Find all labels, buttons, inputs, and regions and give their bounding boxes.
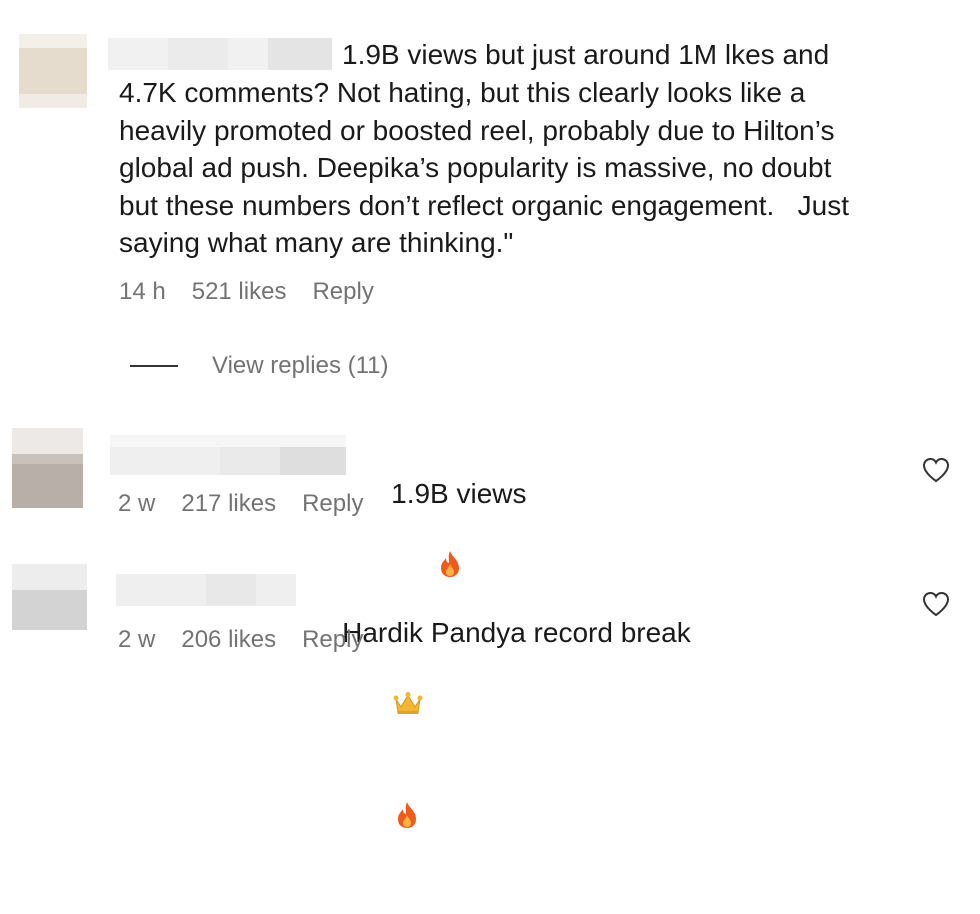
avatar-blur-block [12, 428, 83, 454]
comment-text-line: heavily promoted or boosted reel, probab… [119, 114, 835, 146]
avatar-blur-block [19, 48, 87, 94]
username-blur-block [168, 38, 228, 70]
username-blurred[interactable] [110, 435, 346, 475]
avatar-blur-block [12, 454, 83, 464]
username-blur-block [268, 38, 332, 70]
reply-button[interactable]: Reply [302, 626, 363, 654]
comment-text-line: global ad push. Deepika’s popularity is … [119, 152, 832, 183]
view-replies-button[interactable]: View replies (11) [130, 352, 389, 380]
comment-text-line: 4.7K comments? Not hating, but this clea… [119, 77, 806, 108]
username-blur-block [220, 447, 280, 475]
comment-text-content: Hardik Pandya record break [342, 616, 691, 648]
comment-3: Hardik Pandya record break 2 w 206 likes… [0, 560, 980, 828]
comment-text-line: saying what many are thinking." [119, 227, 514, 258]
comment-meta: 2 w 217 likes Reply [118, 490, 389, 518]
replies-divider-line [130, 365, 178, 367]
comment-1: 1.9B views but just around 1M lkes and 4… [0, 0, 980, 340]
username-blurred[interactable] [116, 574, 296, 606]
likes-count[interactable]: 217 likes [181, 490, 276, 518]
like-heart-icon[interactable] [922, 591, 950, 617]
timestamp: 2 w [118, 490, 156, 517]
view-replies-label: View replies (11) [212, 352, 389, 379]
username-blur-block [280, 447, 346, 475]
fire-icon [348, 764, 419, 877]
username-blur-block [110, 435, 346, 447]
timestamp: 2 w [118, 626, 156, 653]
likes-count[interactable]: 206 likes [181, 626, 276, 654]
comment-text-line: but these numbers don’t reflect organic … [119, 189, 849, 221]
username-blurred[interactable] [108, 38, 332, 70]
comment-2: 1.9B views 2 w 217 likes Reply [0, 420, 980, 577]
comment-meta: 14 h 521 likes Reply [119, 278, 400, 306]
reply-button[interactable]: Reply [302, 490, 363, 518]
timestamp: 14 h [119, 278, 166, 305]
comment-text-first-line: 1.9B views but just around 1M lkes and [342, 39, 830, 70]
username-blur-block [206, 574, 256, 606]
avatar[interactable] [12, 564, 87, 630]
avatar[interactable] [12, 428, 83, 508]
comment-meta: 2 w 206 likes Reply [118, 626, 389, 654]
avatar-blur-block [19, 94, 87, 108]
crown-icon [346, 651, 423, 764]
avatar-blur-block [12, 564, 87, 590]
avatar[interactable] [19, 34, 87, 108]
reply-button[interactable]: Reply [312, 278, 373, 306]
like-heart-icon[interactable] [922, 457, 950, 483]
avatar-blur-block [19, 34, 87, 48]
likes-count[interactable]: 521 likes [192, 278, 287, 306]
comment-text-content: 1.9B views [391, 477, 527, 509]
